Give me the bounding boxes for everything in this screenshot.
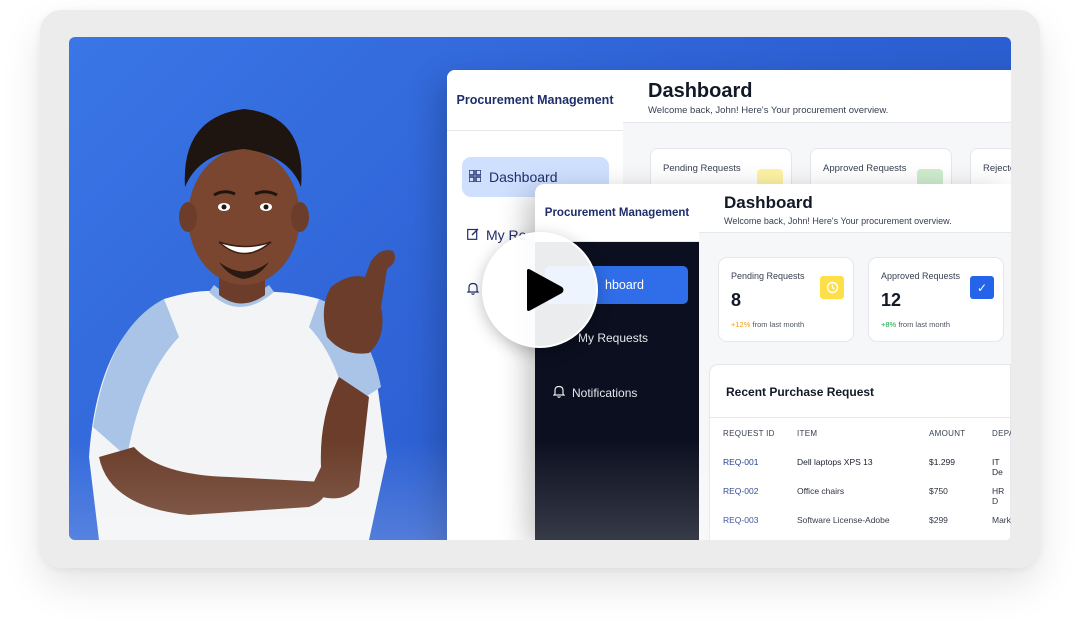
request-id-link[interactable]: REQ-002 — [723, 486, 758, 496]
page-title: Dashboard — [648, 80, 753, 102]
department-cell: Mark — [992, 515, 1011, 525]
trend-value: +8% — [881, 320, 897, 329]
sidebar-item-notifications[interactable]: Notifications — [552, 385, 638, 401]
column-header-item[interactable]: ITEM — [797, 429, 817, 438]
divider — [710, 417, 1010, 418]
table-row[interactable]: REQ-002 Office chairs $750 HR D — [710, 486, 1010, 514]
column-header-amount[interactable]: AMOUNT — [929, 429, 965, 438]
amount-cell: $299 — [929, 515, 948, 525]
brand-title: Procurement Management — [447, 70, 623, 131]
brand-title: Procurement Management — [535, 184, 700, 242]
page-subtitle: Welcome back, John! Here's Your procurem… — [724, 216, 952, 226]
stat-value: 12 — [881, 290, 902, 310]
request-id-link[interactable]: REQ-001 — [723, 457, 758, 467]
sidebar-item-label: My Requests — [578, 331, 649, 345]
check-icon: ✓ — [970, 276, 994, 299]
item-cell: Dell laptops XPS 13 — [797, 457, 873, 467]
stat-trend: +8% from last month — [881, 320, 950, 329]
column-header-request-id[interactable]: REQUEST ID — [723, 429, 775, 438]
header: Dashboard Welcome back, John! Here's You… — [699, 184, 1011, 233]
stat-trend: +12% from last month — [731, 320, 804, 329]
page-title: Dashboard — [724, 193, 813, 212]
item-cell: Office chairs — [797, 486, 845, 496]
stat-value: 8 — [731, 290, 742, 310]
stat-label: Approved Requests — [881, 271, 961, 281]
sidebar-item-label: Dashboard — [489, 169, 558, 185]
table-row[interactable]: REQ-001 Dell laptops XPS 13 $1.299 IT De — [710, 457, 1010, 485]
trend-value: +12% — [731, 320, 751, 329]
main-area: Dashboard Welcome back, John! Here's You… — [699, 184, 1011, 540]
edit-icon — [467, 227, 479, 243]
stat-label: Pending Requests — [663, 163, 741, 174]
trend-text: from last month — [752, 320, 805, 329]
dashboard-window-front: Procurement Management hboard My Request… — [535, 184, 1011, 540]
request-id-link[interactable]: REQ-003 — [723, 515, 758, 525]
presenter-image — [89, 109, 395, 540]
table-row[interactable]: REQ-003 Software License-Adobe $299 Mark — [710, 515, 1011, 540]
department-cell: HR D — [992, 486, 1005, 506]
item-cell: Software License-Adobe — [797, 515, 890, 525]
sidebar-item-label: hboard — [605, 278, 644, 292]
stat-card-pending[interactable]: Pending Requests 8 +12% from last month — [718, 257, 854, 342]
stat-card-approved[interactable]: Approved Requests 12 +8% from last month… — [868, 257, 1004, 342]
clock-icon — [820, 276, 844, 299]
panel-title: Recent Purchase Request — [726, 385, 875, 399]
sidebar-item-label: Notifications — [572, 386, 638, 400]
trend-text: from last month — [898, 320, 951, 329]
recent-requests-panel: Recent Purchase Request REQUEST ID ITEM … — [709, 364, 1011, 540]
stat-label: Rejecte — [983, 163, 1011, 174]
stat-label: Pending Requests — [731, 271, 805, 281]
department-cell: IT De — [992, 457, 1003, 477]
grid-icon — [468, 168, 482, 185]
bell-icon — [466, 282, 480, 298]
play-icon — [527, 269, 564, 311]
stat-label: Approved Requests — [823, 163, 907, 174]
column-header-department[interactable]: DEPA — [992, 429, 1011, 438]
amount-cell: $1.299 — [929, 457, 955, 467]
bell-icon — [552, 385, 566, 401]
play-button[interactable] — [482, 232, 598, 348]
header: Dashboard Welcome back, John! Here's You… — [623, 70, 1011, 123]
page-subtitle: Welcome back, John! Here's Your procurem… — [648, 105, 889, 116]
amount-cell: $750 — [929, 486, 948, 496]
sidebar-item-notifications[interactable] — [466, 282, 480, 298]
